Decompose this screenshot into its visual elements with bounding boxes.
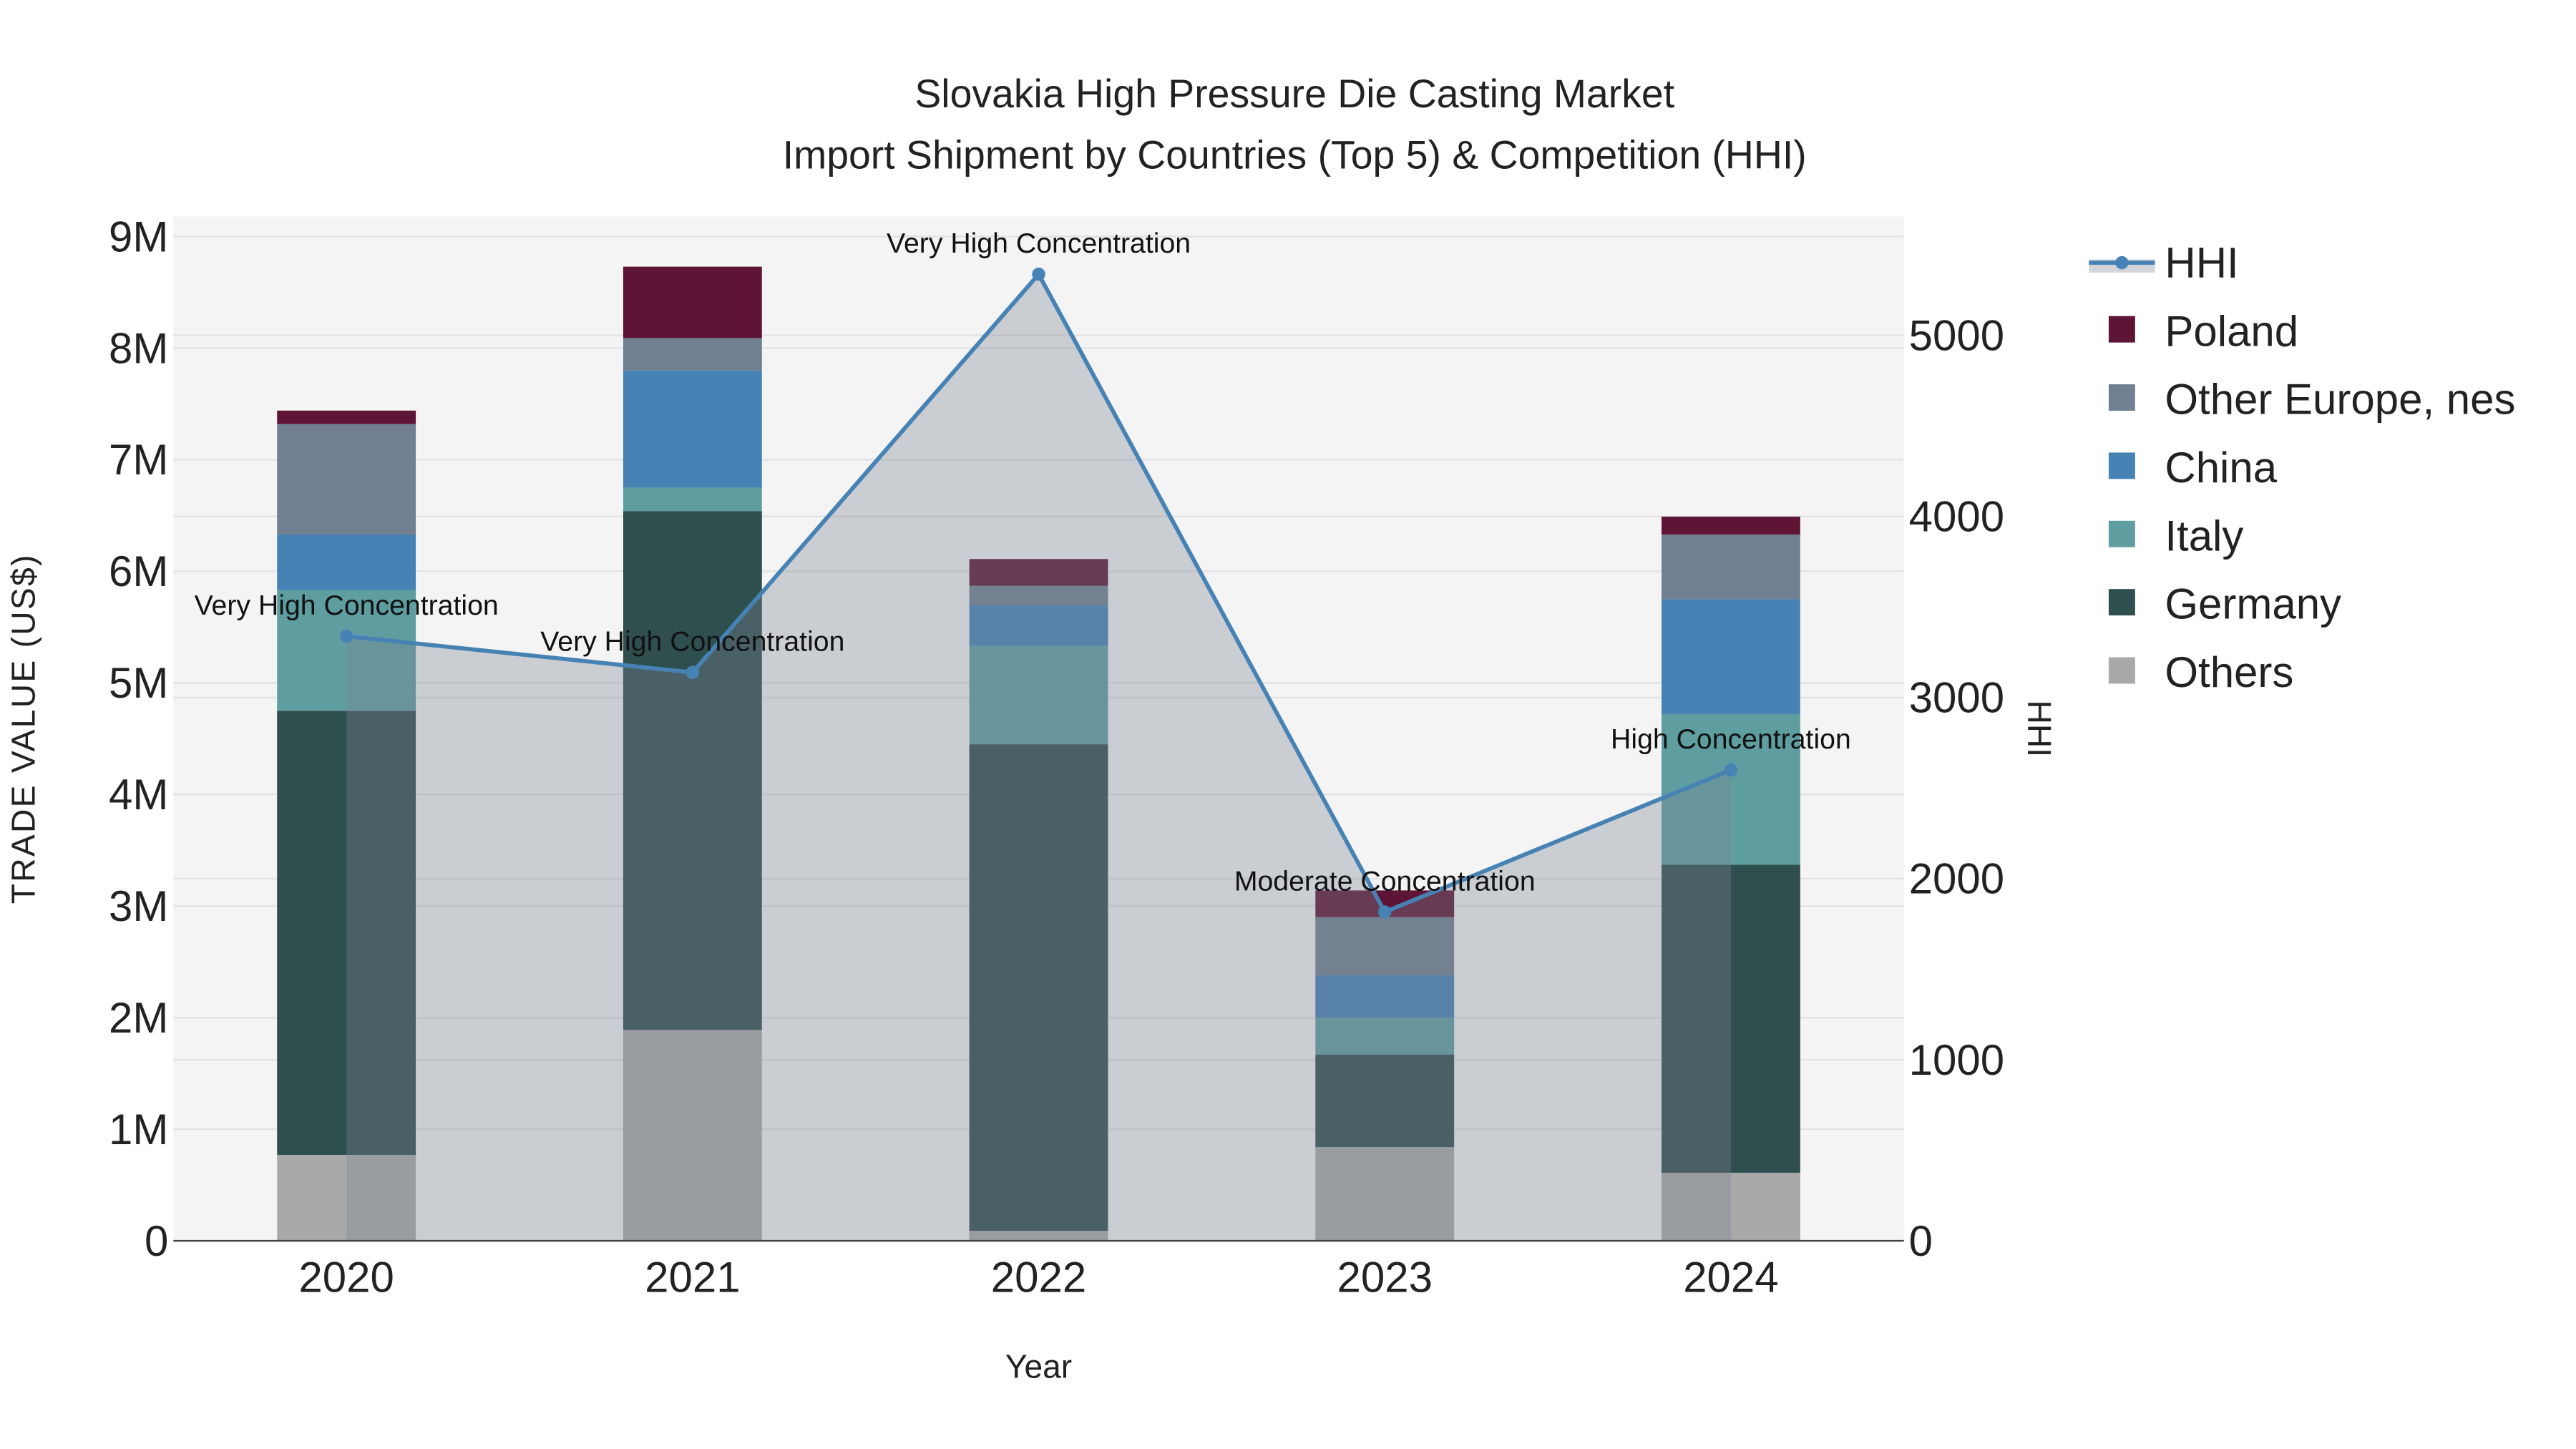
hhi-annotation: Very High Concentration bbox=[540, 626, 844, 658]
y2-tick-label: 4000 bbox=[1909, 493, 2004, 541]
legend-swatch-icon bbox=[2108, 657, 2135, 684]
x-tick-label: 2023 bbox=[1337, 1254, 1433, 1302]
bar-other-europe-nes-2020[interactable] bbox=[277, 424, 416, 535]
y-tick-label: 0 bbox=[145, 1217, 168, 1265]
legend-item-hhi[interactable]: HHI bbox=[2089, 239, 2239, 287]
y-tick-label: 2M bbox=[109, 994, 168, 1042]
legend-item-italy[interactable]: Italy bbox=[2108, 512, 2243, 560]
y-tick-label: 7M bbox=[109, 436, 168, 484]
legend-swatch-icon bbox=[2108, 316, 2135, 343]
legend-swatch-icon bbox=[2108, 452, 2135, 479]
y-tick-label: 8M bbox=[109, 324, 168, 372]
hhi-annotation: Very High Concentration bbox=[887, 228, 1191, 259]
y-tick-label: 6M bbox=[109, 547, 168, 595]
bar-other-europe-nes-2021[interactable] bbox=[623, 338, 762, 371]
y-tick-label: 3M bbox=[109, 882, 168, 930]
hhi-annotation: Moderate Concentration bbox=[1234, 865, 1536, 897]
y2-tick-label: 5000 bbox=[1909, 312, 2004, 360]
y-tick-label: 5M bbox=[109, 659, 168, 707]
legend-swatch-icon bbox=[2108, 589, 2135, 616]
bar-china-2024[interactable] bbox=[1662, 599, 1800, 714]
hhi-point[interactable] bbox=[339, 629, 353, 643]
legend-label: HHI bbox=[2165, 239, 2238, 287]
bar-italy-2021[interactable] bbox=[623, 487, 762, 512]
y-tick-label: 1M bbox=[109, 1106, 168, 1153]
chart: Slovakia High Pressure Die Casting Marke… bbox=[4, 72, 2516, 1385]
y2-tick-label: 3000 bbox=[1909, 674, 2004, 722]
y-axis-label: TRADE VALUE (US$) bbox=[4, 553, 42, 904]
y-tick-label: 4M bbox=[109, 771, 168, 819]
x-axis-label: Year bbox=[1005, 1348, 1072, 1385]
y2-tick-label: 0 bbox=[1909, 1217, 1933, 1265]
y-tick-label: 9M bbox=[109, 213, 168, 260]
legend-item-poland[interactable]: Poland bbox=[2108, 307, 2298, 355]
hhi-annotation: High Concentration bbox=[1611, 723, 1851, 755]
legend-label: Poland bbox=[2165, 307, 2298, 355]
legend-item-other-europe-nes[interactable]: Other Europe, nes bbox=[2108, 376, 2516, 424]
legend-item-china[interactable]: China bbox=[2108, 444, 2278, 492]
hhi-point[interactable] bbox=[1724, 763, 1738, 777]
chart-title: Slovakia High Pressure Die Casting Marke… bbox=[914, 72, 1674, 116]
bar-poland-2021[interactable] bbox=[623, 266, 762, 338]
legend-marker-icon bbox=[2115, 255, 2129, 270]
legend-item-others[interactable]: Others bbox=[2108, 648, 2293, 696]
chart-subtitle: Import Shipment by Countries (Top 5) & C… bbox=[783, 133, 1807, 177]
hhi-annotation: Very High Concentration bbox=[195, 590, 499, 621]
y2-tick-label: 1000 bbox=[1909, 1036, 2004, 1084]
legend-label: Others bbox=[2165, 648, 2293, 696]
x-tick-label: 2020 bbox=[298, 1254, 394, 1302]
x-tick-label: 2024 bbox=[1683, 1254, 1778, 1302]
legend-swatch-icon bbox=[2108, 520, 2135, 547]
legend-label: China bbox=[2165, 444, 2277, 492]
hhi-point[interactable] bbox=[1378, 905, 1392, 919]
legend-label: Other Europe, nes bbox=[2165, 376, 2515, 424]
bar-other-europe-nes-2024[interactable] bbox=[1662, 534, 1800, 600]
bar-china-2020[interactable] bbox=[277, 534, 416, 590]
bar-poland-2024[interactable] bbox=[1662, 516, 1800, 535]
bar-poland-2020[interactable] bbox=[277, 410, 416, 424]
legend-label: Italy bbox=[2165, 512, 2243, 560]
hhi-point[interactable] bbox=[1032, 267, 1045, 281]
hhi-point[interactable] bbox=[686, 665, 700, 679]
legend-swatch-icon bbox=[2108, 384, 2135, 411]
y2-tick-label: 2000 bbox=[1909, 855, 2004, 903]
x-tick-label: 2022 bbox=[991, 1254, 1086, 1302]
legend-label: Germany bbox=[2165, 580, 2341, 628]
x-tick-label: 2021 bbox=[645, 1254, 740, 1302]
bar-china-2021[interactable] bbox=[623, 370, 762, 488]
legend-item-germany[interactable]: Germany bbox=[2108, 580, 2341, 628]
y2-axis-label: HHI bbox=[2021, 701, 2058, 758]
